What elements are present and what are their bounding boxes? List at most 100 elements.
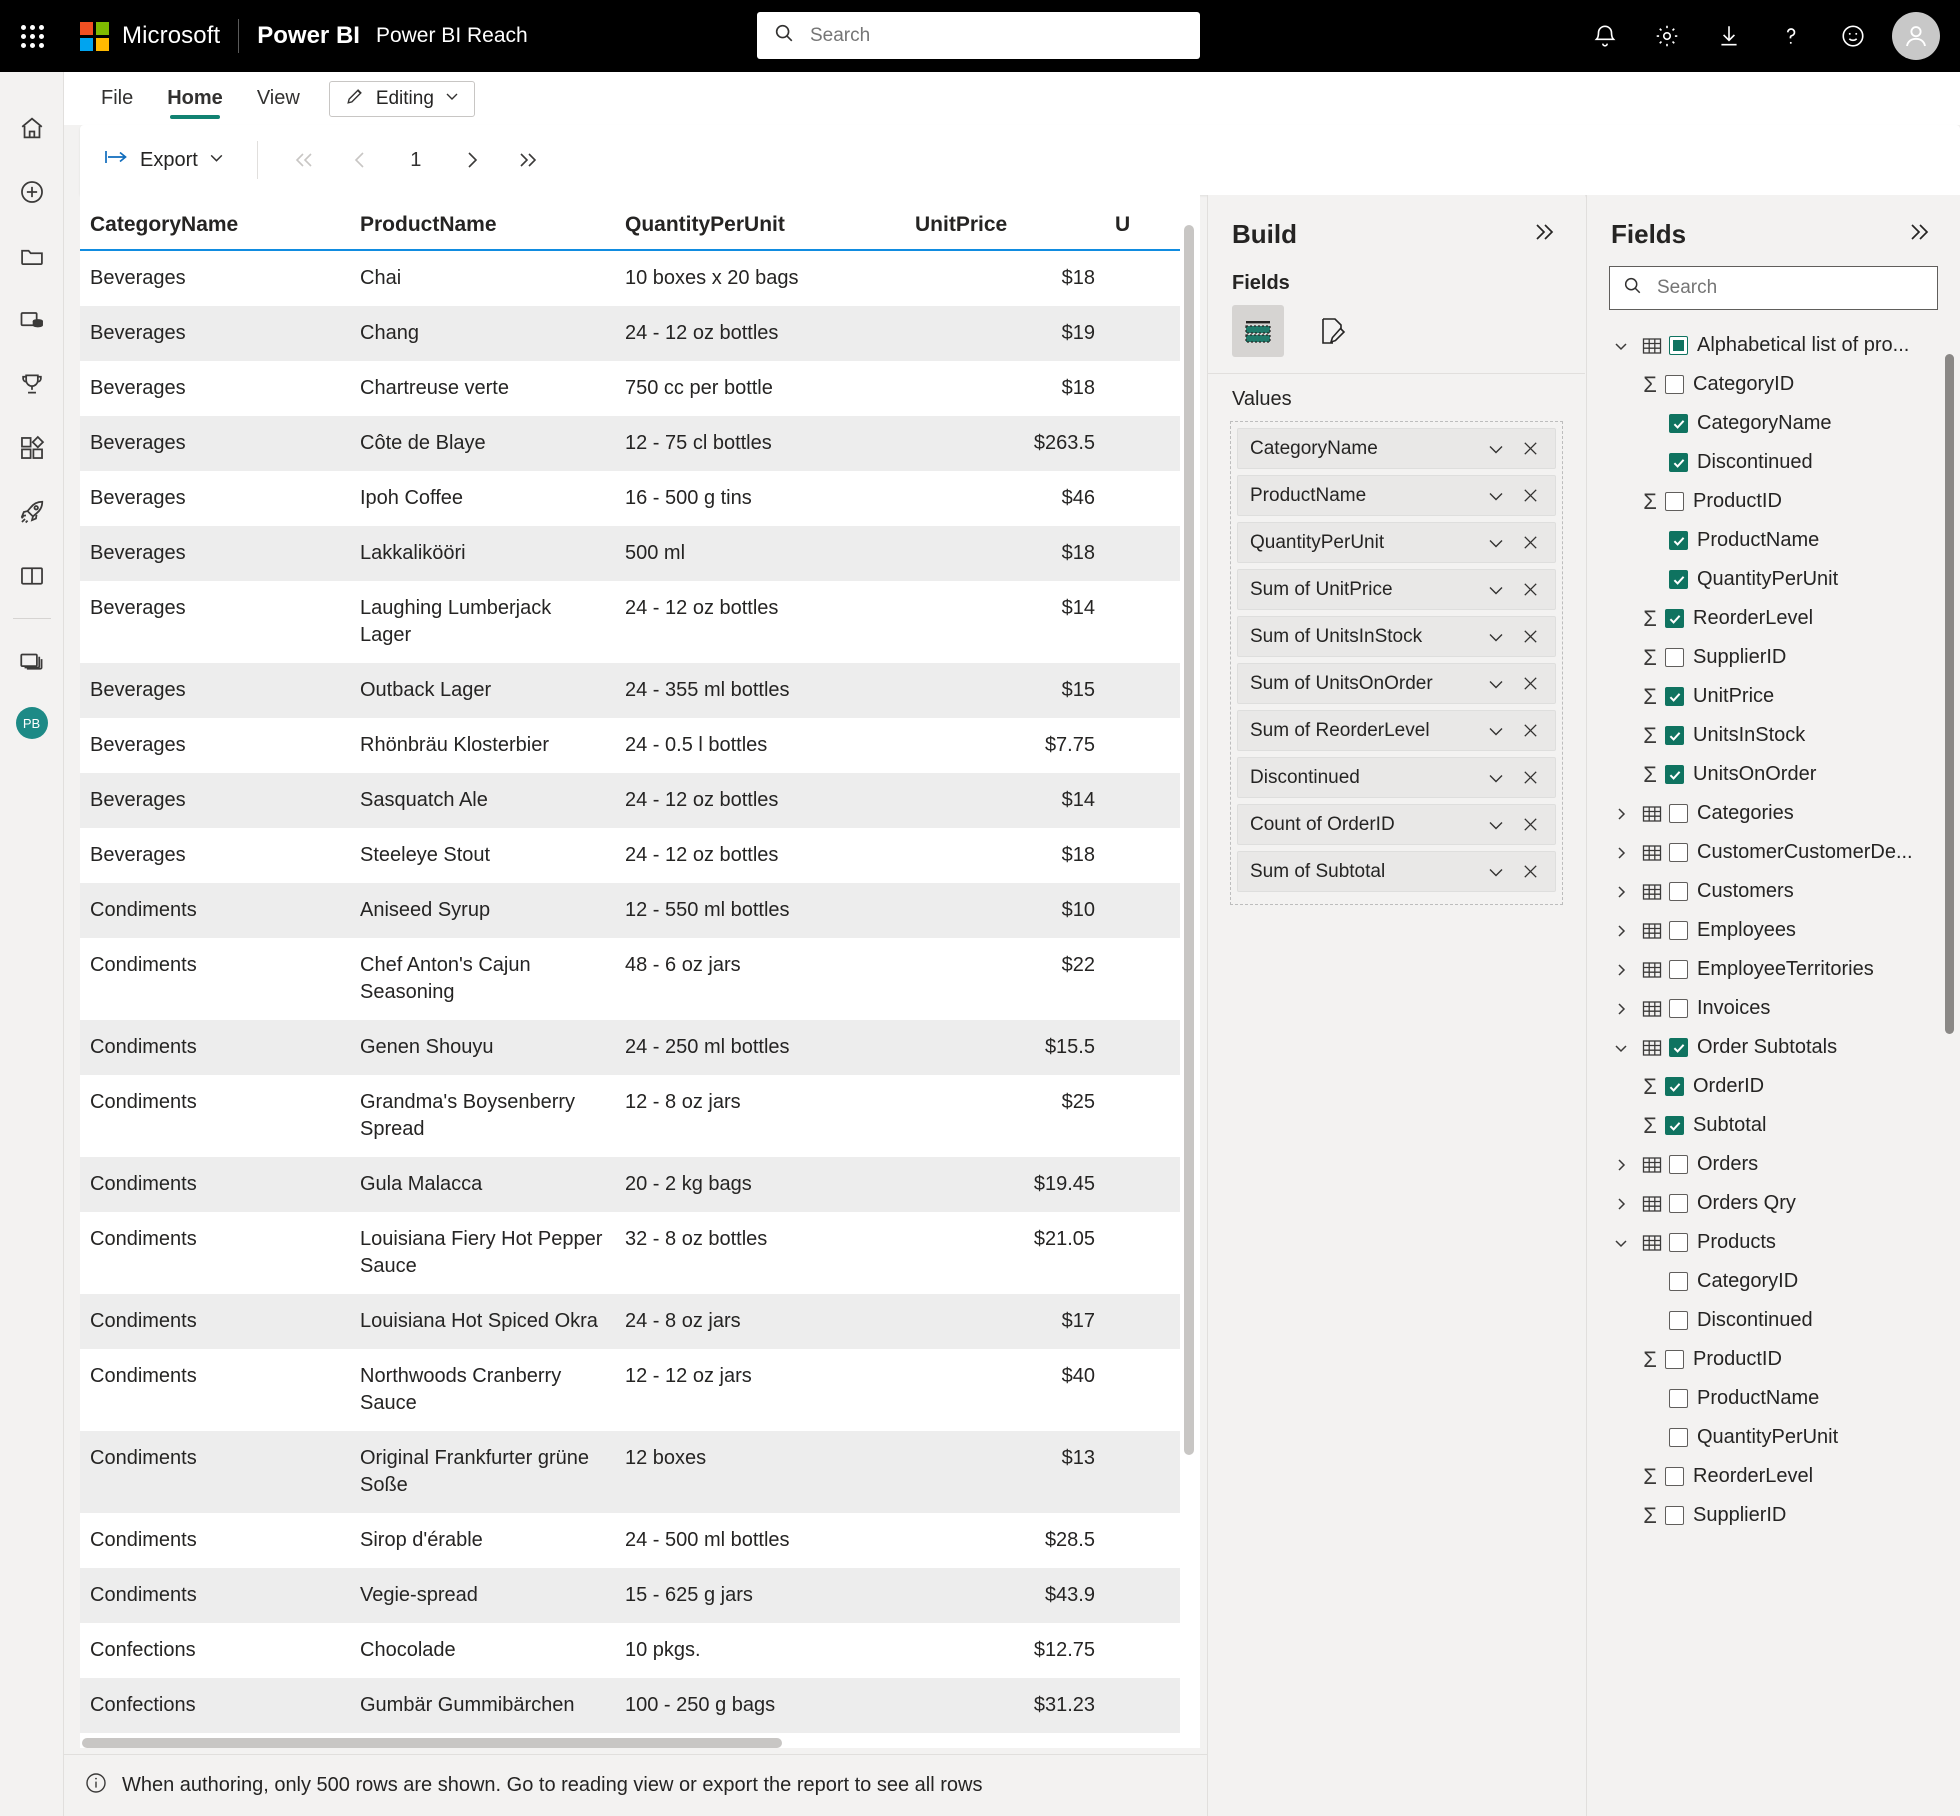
field-tree-item[interactable]: Order Subtotals [1587,1028,1960,1067]
field-tree-item[interactable]: ProductName [1587,521,1960,560]
field-tree-item[interactable]: Products [1587,1223,1960,1262]
field-checkbox[interactable] [1665,726,1684,745]
fields-search-input[interactable] [1655,276,1925,300]
chevron-down-icon[interactable] [1479,432,1513,466]
help-icon[interactable] [1760,0,1822,72]
chevron-right-icon[interactable] [1607,804,1635,824]
download-icon[interactable] [1698,0,1760,72]
table-row[interactable]: Confections Gumbär Gummibärchen 100 - 250 … [80,1678,1180,1733]
table-row[interactable]: Beverages Outback Lager 24 - 355 ml bottle… [80,663,1180,718]
value-field-chip[interactable]: ProductName [1237,475,1556,516]
column-header-unitprice[interactable]: UnitPrice [905,195,1105,251]
table-row[interactable]: Beverages Steeleye Stout 24 - 12 oz bottle… [80,828,1180,883]
account-avatar[interactable] [1892,12,1940,60]
chevron-down-icon[interactable] [1479,667,1513,701]
remove-field-icon[interactable] [1513,573,1547,607]
field-tree-item[interactable]: Σ ProductID [1587,1340,1960,1379]
chevron-down-icon[interactable] [1479,479,1513,513]
settings-gear-icon[interactable] [1636,0,1698,72]
value-field-chip[interactable]: Count of OrderID [1237,804,1556,845]
table-hscroll-thumb[interactable] [82,1738,782,1748]
field-tree-item[interactable]: EmployeeTerritories [1587,950,1960,989]
table-row[interactable]: Condiments Louisiana Hot Spiced Okra 24 - … [80,1294,1180,1349]
table-row[interactable]: Condiments Gula Malacca 20 - 2 kg bags $19.… [80,1157,1180,1212]
table-row[interactable]: Beverages Sasquatch Ale 24 - 12 oz bottles… [80,773,1180,828]
chevron-down-icon[interactable] [1479,573,1513,607]
table-row[interactable]: Beverages Ipoh Coffee 16 - 500 g tins $46 [80,471,1180,526]
tab-file[interactable]: File [84,72,150,125]
field-checkbox[interactable] [1669,531,1688,550]
field-tree-item[interactable]: Σ CategoryID [1587,365,1960,404]
value-field-chip[interactable]: Sum of Subtotal [1237,851,1556,892]
sidebar-item-workspaces[interactable] [0,629,64,693]
field-tree-item[interactable]: QuantityPerUnit [1587,1418,1960,1457]
app-launcher-icon[interactable] [0,0,64,72]
field-tree-item[interactable]: Invoices [1587,989,1960,1028]
value-field-chip[interactable]: Sum of UnitsOnOrder [1237,663,1556,704]
remove-field-icon[interactable] [1513,432,1547,466]
tab-view[interactable]: View [240,72,317,125]
chevron-double-right-icon[interactable] [1527,217,1561,252]
table-row[interactable]: Confections Chocolade 10 pkgs. $12.75 [80,1623,1180,1678]
field-tree-item[interactable]: QuantityPerUnit [1587,560,1960,599]
field-checkbox[interactable] [1665,765,1684,784]
microsoft-logo[interactable]: Microsoft [64,21,220,51]
chevron-down-icon[interactable] [1607,1038,1635,1058]
table-vertical-scrollbar[interactable] [1184,225,1194,1685]
field-tree-item[interactable]: Σ SupplierID [1587,638,1960,677]
column-header-productname[interactable]: ProductName [350,195,615,251]
report-table-visual[interactable]: CategoryName ProductName QuantityPerUnit… [80,195,1200,1748]
field-checkbox[interactable] [1669,960,1688,979]
chevron-right-icon[interactable] [1607,921,1635,941]
field-checkbox[interactable] [1669,804,1688,823]
field-tree-item[interactable]: Orders Qry [1587,1184,1960,1223]
field-checkbox[interactable] [1669,1233,1688,1252]
field-checkbox[interactable] [1669,570,1688,589]
chevron-right-icon[interactable] [1607,1194,1635,1214]
table-horizontal-scrollbar[interactable] [82,1738,1192,1748]
chevron-down-icon[interactable] [1479,714,1513,748]
field-checkbox[interactable] [1665,492,1684,511]
field-checkbox[interactable] [1669,882,1688,901]
field-tree-item[interactable]: Σ UnitPrice [1587,677,1960,716]
sidebar-item-learn[interactable] [0,544,64,608]
field-checkbox[interactable] [1669,1272,1688,1291]
field-checkbox[interactable] [1669,414,1688,433]
remove-field-icon[interactable] [1513,526,1547,560]
field-checkbox[interactable] [1665,1506,1684,1525]
table-row[interactable]: Beverages Chai 10 boxes x 20 bags $18 [80,250,1180,306]
value-field-chip[interactable]: Sum of UnitsInStock [1237,616,1556,657]
fields-search-box[interactable] [1609,266,1938,310]
powerbi-product-name[interactable]: Power BI [257,22,360,50]
field-tree-item[interactable]: Σ SupplierID [1587,1496,1960,1535]
field-checkbox[interactable] [1669,921,1688,940]
fields-tree-scrollbar[interactable] [1945,324,1954,1754]
format-paintbrush-icon[interactable] [1306,305,1358,357]
table-row[interactable]: Beverages Lakkalikööri 500 ml $18 [80,526,1180,581]
last-page-button[interactable] [500,136,556,184]
table-row[interactable]: Beverages Chang 24 - 12 oz bottles $19 [80,306,1180,361]
field-tree-item[interactable]: Σ UnitsInStock [1587,716,1960,755]
column-header-categoryname[interactable]: CategoryName [80,195,350,251]
field-checkbox[interactable] [1665,648,1684,667]
first-page-button[interactable] [276,136,332,184]
rail-user-avatar[interactable]: PB [15,707,48,739]
field-checkbox[interactable] [1669,453,1688,472]
chevron-down-icon[interactable] [1479,808,1513,842]
table-row[interactable]: Beverages Chartreuse verte 750 cc per bott… [80,361,1180,416]
chevron-down-icon[interactable] [1479,526,1513,560]
remove-field-icon[interactable] [1513,761,1547,795]
field-tree-item[interactable]: CustomerCustomerDe... [1587,833,1960,872]
value-field-chip[interactable]: Sum of ReorderLevel [1237,710,1556,751]
field-tree-item[interactable]: Σ ProductID [1587,482,1960,521]
field-tree-item[interactable]: Σ ReorderLevel [1587,1457,1960,1496]
field-tree-item[interactable]: Orders [1587,1145,1960,1184]
chevron-right-icon[interactable] [1607,882,1635,902]
field-tree-item[interactable]: Σ Subtotal [1587,1106,1960,1145]
field-tree-item[interactable]: Σ UnitsOnOrder [1587,755,1960,794]
search-input[interactable] [808,23,1184,48]
notifications-icon[interactable] [1574,0,1636,72]
column-header-quantityperunit[interactable]: QuantityPerUnit [615,195,905,251]
build-fields-icon[interactable] [1232,305,1284,357]
table-row[interactable]: Condiments Chef Anton's Cajun Seasoning 48… [80,938,1180,1020]
